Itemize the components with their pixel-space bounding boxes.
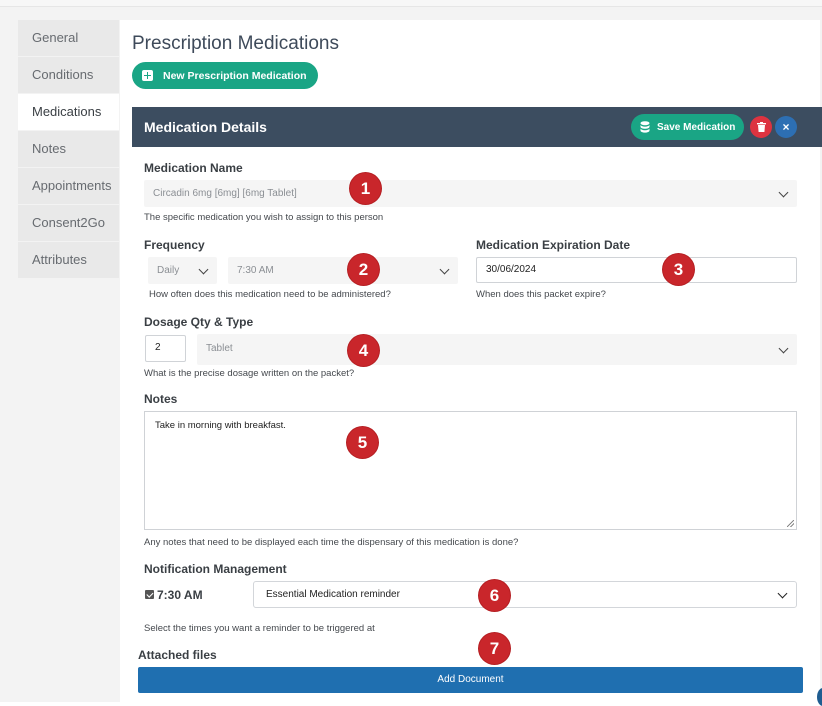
top-strip [0, 0, 822, 7]
database-icon [640, 121, 650, 133]
resize-handle-icon[interactable] [787, 520, 794, 527]
sidebar-item-general[interactable]: General [18, 20, 119, 56]
add-document-button[interactable]: Add Document [138, 667, 803, 693]
frequency-time-value: 7:30 AM [237, 265, 274, 276]
notes-value: Take in morning with breakfast. [155, 420, 286, 431]
dosage-type-select[interactable]: Tablet [197, 334, 797, 365]
annotation-marker-6: 6 [479, 580, 510, 611]
sidebar-item-attributes[interactable]: Attributes [18, 242, 119, 278]
notes-label: Notes [144, 392, 178, 406]
medication-name-label: Medication Name [144, 161, 243, 175]
annotation-marker-3: 3 [663, 254, 694, 285]
plus-icon [142, 70, 153, 81]
delete-button[interactable] [750, 116, 772, 138]
medication-name-value: Circadin 6mg [6mg] [6mg Tablet] [153, 188, 297, 199]
frequency-period-select[interactable]: Daily [148, 257, 217, 284]
sidebar: General Conditions Medications Notes App… [18, 20, 119, 279]
expiration-label: Medication Expiration Date [476, 238, 631, 252]
frequency-period-value: Daily [157, 265, 180, 276]
medication-name-select[interactable]: Circadin 6mg [6mg] [6mg Tablet] [144, 180, 797, 207]
notification-reminder-select[interactable]: Essential Medication reminder [253, 581, 797, 608]
frequency-help: How often does this medication need to b… [149, 289, 391, 300]
chevron-down-icon [778, 187, 789, 198]
frequency-time-select[interactable]: 7:30 AM [228, 257, 458, 284]
annotation-marker-1: 1 [350, 173, 381, 204]
dosage-label: Dosage Qty & Type [144, 315, 254, 329]
sidebar-item-appointments[interactable]: Appointments [18, 168, 119, 204]
expiration-help: When does this packet expire? [476, 289, 606, 300]
trash-icon [756, 122, 766, 132]
attached-files-label: Attached files [138, 648, 217, 662]
notification-help: Select the times you want a reminder to … [144, 623, 375, 634]
card-header: Medication Details Save Medication × [132, 107, 822, 147]
close-icon: × [782, 120, 790, 134]
dosage-help: What is the precise dosage written on th… [144, 368, 355, 379]
expiration-date-input[interactable]: 30/06/2024 [476, 257, 797, 283]
annotation-marker-7: 7 [479, 633, 510, 664]
sidebar-item-notes[interactable]: Notes [18, 131, 119, 167]
annotation-marker-5: 5 [347, 427, 378, 458]
help-widget-button[interactable] [817, 688, 822, 706]
save-medication-label: Save Medication [657, 121, 736, 133]
notification-label: Notification Management [144, 562, 287, 576]
dosage-qty-input[interactable]: 2 [145, 335, 186, 362]
dosage-type-value: Tablet [206, 343, 233, 354]
sidebar-item-medications[interactable]: Medications [18, 94, 119, 130]
notification-time: 7:30 AM [157, 588, 203, 602]
card-title: Medication Details [144, 119, 267, 135]
chevron-down-icon [198, 264, 209, 275]
medication-name-help: The specific medication you wish to assi… [144, 212, 384, 223]
annotation-marker-4: 4 [348, 335, 379, 366]
page-title: Prescription Medications [132, 33, 339, 54]
new-prescription-button[interactable]: New Prescription Medication [132, 62, 318, 89]
chevron-down-icon [439, 264, 450, 275]
notification-reminder-value: Essential Medication reminder [266, 589, 400, 600]
frequency-label: Frequency [144, 238, 205, 252]
notes-help: Any notes that need to be displayed each… [144, 537, 519, 548]
chevron-down-icon [777, 588, 788, 599]
annotation-marker-2: 2 [348, 254, 379, 285]
chevron-down-icon [778, 343, 789, 354]
notes-textarea[interactable]: Take in morning with breakfast. [144, 411, 797, 530]
close-button[interactable]: × [775, 116, 797, 138]
save-medication-button[interactable]: Save Medication [631, 114, 745, 140]
sidebar-item-consent2go[interactable]: Consent2Go [18, 205, 119, 241]
new-prescription-label: New Prescription Medication [163, 69, 307, 82]
notification-checkbox[interactable] [145, 590, 154, 599]
sidebar-item-conditions[interactable]: Conditions [18, 57, 119, 93]
